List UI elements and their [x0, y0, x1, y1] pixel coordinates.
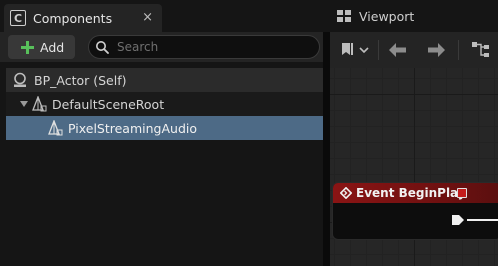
- chevron-down-icon: [359, 47, 369, 54]
- tree-item-label: BP_Actor (Self): [34, 72, 127, 88]
- event-diamond-icon: [340, 187, 352, 199]
- components-tab-bar: C Components ×: [0, 0, 330, 32]
- back-button[interactable]: [386, 38, 410, 62]
- bookmark-icon: [342, 43, 353, 55]
- add-button-label: Add: [40, 39, 65, 55]
- component-search-box[interactable]: [88, 35, 320, 59]
- panel-splitter[interactable]: [323, 32, 330, 266]
- viewport-tab[interactable]: Viewport: [330, 0, 498, 32]
- component-tree: BP_Actor (Self) DefaultSceneRoot PixelSt…: [0, 66, 323, 266]
- actor-self-icon: [14, 72, 26, 87]
- node-header[interactable]: Event BeginPlay: [333, 183, 498, 203]
- components-toolbar: Add: [0, 32, 330, 62]
- back-arrow-icon: [389, 43, 406, 57]
- event-beginplay-node[interactable]: Event BeginPlay: [332, 182, 498, 240]
- exec-output-pin-icon[interactable]: [451, 214, 465, 226]
- viewport-tab-label: Viewport: [359, 8, 415, 24]
- blueprint-c-icon: C: [10, 10, 26, 26]
- exec-wire: [467, 219, 498, 221]
- event-graph-canvas[interactable]: Event BeginPlay: [330, 68, 498, 266]
- bookmark-button[interactable]: [338, 38, 372, 62]
- plus-icon: [21, 40, 34, 54]
- components-tab[interactable]: C Components ×: [4, 4, 162, 32]
- forward-arrow-icon: [428, 43, 445, 57]
- forward-button[interactable]: [424, 38, 448, 62]
- viewport-panel: Viewport Event BeginPlay: [330, 0, 498, 266]
- toolbar-divider: [458, 40, 459, 60]
- hierarchy-icon: [472, 42, 489, 57]
- node-title: Event BeginPlay: [356, 186, 466, 200]
- audio-component-icon: [48, 120, 63, 136]
- tree-item-self[interactable]: BP_Actor (Self): [6, 68, 323, 92]
- toolbar-divider: [378, 40, 379, 60]
- add-component-button[interactable]: Add: [8, 35, 75, 59]
- viewport-toolbar: [330, 32, 498, 68]
- search-icon: [96, 41, 109, 54]
- tree-item-label: DefaultSceneRoot: [52, 96, 165, 112]
- search-input[interactable]: [117, 40, 307, 54]
- components-tab-label: Components: [33, 10, 113, 26]
- hierarchy-button[interactable]: [468, 38, 494, 62]
- viewport-grid-icon: [337, 10, 351, 22]
- tree-item-default-scene-root[interactable]: DefaultSceneRoot: [6, 92, 323, 116]
- close-tab-icon[interactable]: ×: [142, 10, 153, 25]
- tree-item-label: PixelStreamingAudio: [68, 120, 197, 136]
- tree-item-pixel-streaming-audio[interactable]: PixelStreamingAudio: [6, 116, 323, 140]
- scene-component-icon: [32, 96, 47, 112]
- components-panel: C Components × Add BP_Actor (Self): [0, 0, 330, 266]
- expand-arrow-icon[interactable]: [20, 101, 28, 107]
- delegate-pin-icon[interactable]: [457, 188, 467, 198]
